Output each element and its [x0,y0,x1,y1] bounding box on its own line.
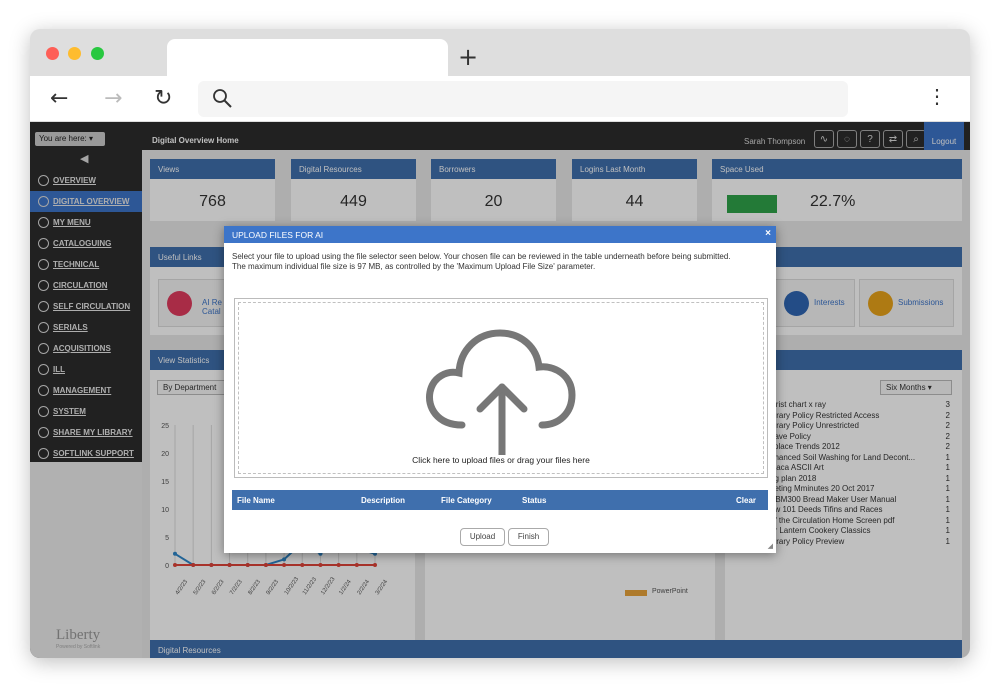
resize-handle-icon[interactable]: ◢ [768,542,773,550]
col-description: Description [361,496,406,505]
close-window-button[interactable] [46,47,59,60]
upload-modal: UPLOAD FILES FOR AI × Select your file t… [224,226,776,553]
upload-table-header: File Name Description File Category Stat… [232,490,768,510]
modal-info-line2: The maximum individual file size is 97 M… [232,262,596,271]
browser-window: + ← → ↻ ⋮ You are here: ▾ ◀ OVERVIEW DIGI… [30,29,970,658]
upload-button[interactable]: Upload [460,528,505,546]
address-bar[interactable] [198,81,848,117]
reload-icon[interactable]: ↻ [154,86,172,111]
modal-info-line1: Select your file to upload using the fil… [232,252,731,261]
forward-arrow-icon[interactable]: → [104,86,122,111]
back-arrow-icon[interactable]: ← [50,86,68,111]
finish-button[interactable]: Finish [508,528,549,546]
tab-bar: + [30,29,970,77]
dropzone-border: Click here to upload files or drag your … [238,302,764,474]
col-clear[interactable]: Clear [736,496,756,505]
col-file-name: File Name [237,496,275,505]
maximize-window-button[interactable] [91,47,104,60]
col-file-category: File Category [441,496,492,505]
modal-title-text: UPLOAD FILES FOR AI [232,230,324,240]
minimize-window-button[interactable] [68,47,81,60]
modal-info: Select your file to upload using the fil… [232,252,772,272]
new-tab-button[interactable]: + [458,43,478,71]
col-status: Status [522,496,547,505]
nav-bar: ← → ↻ ⋮ [30,76,970,122]
search-icon [213,89,232,108]
cloud-upload-icon [426,329,576,455]
browser-tab[interactable] [167,39,448,77]
browser-menu-icon[interactable]: ⋮ [927,84,948,109]
file-dropzone[interactable]: Click here to upload files or drag your … [234,298,768,478]
modal-title: UPLOAD FILES FOR AI [224,226,776,243]
app-area: You are here: ▾ ◀ OVERVIEW DIGITAL OVERVI… [30,122,970,658]
close-icon[interactable]: × [765,228,771,239]
dropzone-text: Click here to upload files or drag your … [412,455,590,465]
